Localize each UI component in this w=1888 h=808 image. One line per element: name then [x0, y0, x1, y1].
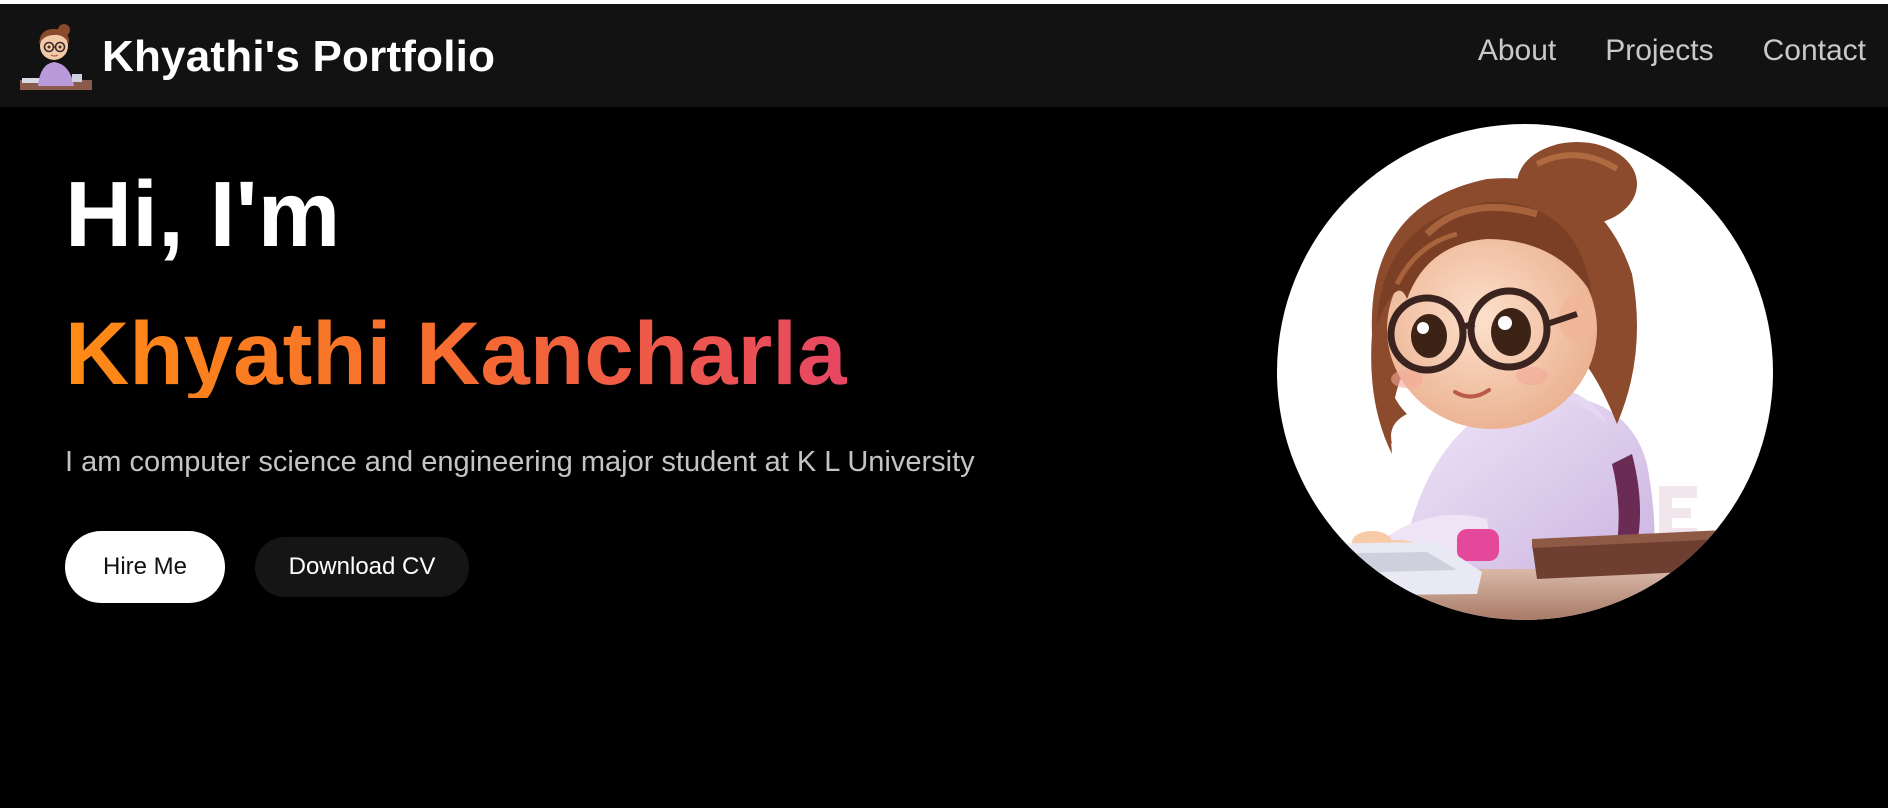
nav-links: About Projects Contact	[1478, 34, 1866, 68]
download-cv-button[interactable]: Download CV	[255, 537, 469, 597]
hero-tagline: I am computer science and engineering ma…	[65, 446, 975, 478]
hero-name: Khyathi Kancharla	[65, 309, 975, 398]
hero-text: Hi, I'm Khyathi Kancharla I am computer …	[65, 150, 975, 479]
girl-at-desk-illustration-icon	[1277, 124, 1773, 620]
hero-greeting: Hi, I'm	[65, 162, 341, 266]
cta-buttons: Hire Me Download CV	[65, 531, 469, 603]
brand-title: Khyathi's Portfolio	[102, 32, 496, 81]
brand-link[interactable]: Khyathi's Portfolio	[18, 20, 495, 94]
nav-link-contact[interactable]: Contact	[1763, 34, 1866, 68]
navbar: Khyathi's Portfolio About Projects Conta…	[0, 4, 1888, 107]
nav-link-about[interactable]: About	[1478, 34, 1556, 68]
nav-link-projects[interactable]: Projects	[1605, 34, 1713, 68]
avatar-girl-logo-icon	[18, 20, 92, 94]
portfolio-page: Khyathi's Portfolio About Projects Conta…	[0, 0, 1888, 808]
hero-avatar	[1277, 124, 1773, 620]
hire-me-button[interactable]: Hire Me	[65, 531, 225, 603]
